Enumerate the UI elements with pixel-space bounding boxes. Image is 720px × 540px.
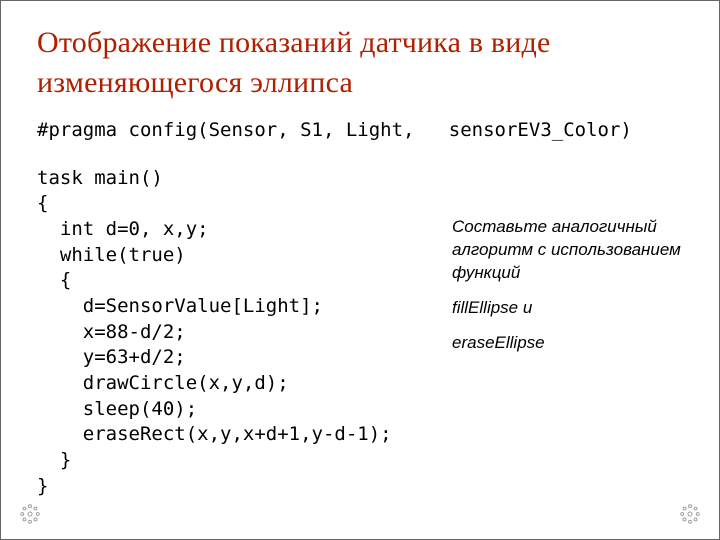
ornament-right-icon [679,503,701,525]
side-note: Составьте аналогичный алгоритм с использ… [452,216,691,367]
side-note-line-2: fillEllipse и [452,297,691,320]
code-pragma: #pragma config(Sensor, S1, Light, sensor… [37,118,691,144]
content-row: task main() { int d=0, x,y; while(true) … [37,166,691,499]
slide-title: Отображение показаний датчика в виде изм… [37,23,691,102]
footer-ornaments [1,503,719,525]
slide: Отображение показаний датчика в виде изм… [0,0,720,540]
code-block: task main() { int d=0, x,y; while(true) … [37,166,432,499]
ornament-left-icon [19,503,41,525]
side-note-line-3: eraseEllipse [452,332,691,355]
side-note-line-1: Составьте аналогичный алгоритм с использ… [452,216,691,285]
